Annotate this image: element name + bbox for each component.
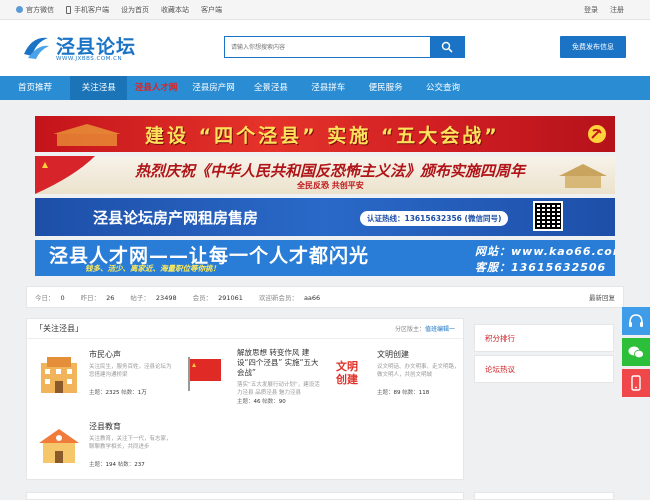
headset-icon [629, 314, 643, 327]
board-desc: 关注教育，关注下一代，有志家，聊聊教学相长，共同进步 [89, 436, 172, 450]
nav-services[interactable]: 便民服务 [357, 76, 414, 100]
qr-code-icon [533, 201, 563, 231]
stat-today: 今日： 0 [35, 294, 65, 302]
board-desc: 落实“五大发展行动计划”，建设活力泾县 品质泾县 魅力泾县 [237, 382, 320, 396]
wechat-icon [16, 6, 23, 13]
banner-subtext: 全民反恐 共创平安 [297, 181, 364, 190]
school-icon [39, 429, 79, 463]
board-name: 解放思想 转变作风 建设“四个泾县” 实施“五大会战” [237, 348, 319, 377]
stat-welcome: 欢迎新会员： aa66 [258, 294, 321, 302]
board-name: 文明创建 [377, 350, 409, 359]
board-name: 市民心声 [89, 350, 121, 359]
newest-replies-link[interactable]: 最新回复 [589, 292, 615, 302]
logo-subtitle: WWW.JXBBS.COM.CN [56, 56, 123, 62]
phone-icon [66, 5, 71, 14]
search-icon [441, 41, 453, 53]
banner-four-jingxian[interactable]: 建设 “四个泾县” 实施 “五大会战” [35, 116, 615, 152]
banner-site: 网站：www.kao66.com [475, 245, 615, 258]
set-homepage-link[interactable]: 设为首页 [121, 5, 149, 15]
logo-mark-icon [24, 37, 49, 59]
board-citizen-voice[interactable]: 市民心声 关注民生，服务百姓，泾县论坛为您搭建沟通桥梁 主题：2325 帖数：1… [35, 349, 175, 403]
login-link[interactable]: 登录 [584, 5, 598, 15]
board-counts: 主题：2325 帖数：1万 [89, 390, 147, 396]
board-civilization[interactable]: 文明创建 文明创建 议文明话、办文明事、走文明路，做文明人，共创文明城 主题：8… [323, 349, 463, 403]
nav-carpool[interactable]: 泾县拼车 [300, 76, 357, 100]
moderator-link[interactable]: 值班编辑一 [425, 326, 455, 333]
banner-text: 泾县论坛房产网租房售房 [93, 209, 259, 227]
board-counts: 主题：194 帖数：237 [89, 462, 145, 468]
banner-text: 热烈庆祝《中华人民共和国反恐怖主义法》颁布实施四周年 [135, 162, 526, 180]
main-nav: 首页推荐 关注泾县 泾县人才网 泾县房产网 全景泾县 泾县拼车 便民服务 公交查… [0, 76, 650, 100]
next-sidebar-card [474, 492, 614, 500]
stat-members: 会员： 291061 [192, 294, 243, 302]
board-counts: 主题：89 帖数：118 [377, 390, 430, 396]
wenming-icon: 文明创建 [336, 360, 358, 386]
wechat-button[interactable] [622, 338, 650, 366]
building-icon [41, 357, 77, 393]
search-button[interactable] [430, 37, 464, 57]
nav-realestate[interactable]: 泾县房产网 [185, 76, 242, 100]
forum-section-title[interactable]: 「关注泾县」 [35, 323, 83, 334]
board-counts: 主题：46 帖数：90 [237, 399, 286, 405]
header: 泾县论坛 WWW.JXBBS.COM.CN 免费发布信息 [0, 20, 650, 76]
newest-member-link[interactable]: aa66 [304, 294, 320, 302]
board-desc: 关注民生，服务百姓，泾县论坛为您搭建沟通桥梁 [89, 364, 172, 378]
moderator-info: 分区版主：值班编辑一 [394, 326, 455, 333]
stat-posts: 帖子： 23498 [130, 294, 177, 302]
free-post-button[interactable]: 免费发布信息 [560, 36, 626, 58]
board-four-jingxian[interactable]: 解放思想 转变作风 建设“四个泾县” 实施“五大会战” 落实“五大发展行动计划”… [183, 348, 323, 405]
stat-yesterday: 昨日： 26 [80, 294, 115, 302]
banner-text: 建设 “四个泾县” 实施 “五大会战” [145, 125, 500, 147]
nav-panorama[interactable]: 全景泾县 [242, 76, 299, 100]
forum-section: 「关注泾县」 分区版主：值班编辑一 市民心声 关注民生，服务百姓，泾县论坛为您搭… [26, 318, 464, 480]
logo-title: 泾县论坛 [56, 36, 137, 58]
sidebar-points-ranking[interactable]: 积分排行 [474, 324, 614, 352]
party-emblem-icon [588, 125, 606, 143]
bookmark-link[interactable]: 收藏本站 [161, 5, 189, 15]
banner-phone: 认证热线：13615632356 (微信同号) [360, 211, 509, 226]
board-desc: 议文明话、办文明事、走文明路，做文明人，共创文明城 [377, 364, 460, 378]
top-bar: 官方微信 手机客户端 设为首页 收藏本站 客户端 登录 注册 [0, 0, 650, 20]
phone-icon [631, 375, 641, 391]
banner-talent[interactable]: 泾县人才网——让每一个人才都闪光 钱多、活少、离家近、海量职位等你挑！ 网站：w… [35, 240, 615, 276]
nav-home[interactable]: 首页推荐 [0, 76, 70, 100]
site-logo[interactable]: 泾县论坛 WWW.JXBBS.COM.CN [22, 32, 142, 64]
flag-icon [188, 357, 221, 391]
wechat-icon [628, 346, 644, 359]
nav-follow-jingxian[interactable]: 关注泾县 [70, 76, 128, 100]
wechat-link[interactable]: 官方微信 [16, 5, 54, 15]
mobile-button[interactable] [622, 369, 650, 397]
forum-stats: 今日： 0 昨日： 26 帖子： 23498 会员： 291061 欢迎新会员： aa66… [26, 286, 624, 308]
register-link[interactable]: 注册 [610, 5, 624, 15]
banner-service-phone: 客服：13615632506 [475, 261, 607, 274]
banner-antiterror[interactable]: 热烈庆祝《中华人民共和国反恐怖主义法》颁布实施四周年 全民反恐 共创平安 [35, 156, 615, 194]
nav-talent[interactable]: 泾县人才网 [127, 76, 185, 100]
forum-section-header: 「关注泾县」 分区版主：值班编辑一 [27, 319, 463, 339]
tiananmen-icon [53, 124, 121, 146]
search-input[interactable] [225, 37, 430, 57]
temple-icon [559, 164, 607, 188]
board-education[interactable]: 泾县教育 关注教育，关注下一代，有志家，聊聊教学相长，共同进步 主题：194 帖… [35, 421, 175, 475]
client-link[interactable]: 客户端 [201, 5, 222, 15]
search-box [224, 36, 465, 58]
sidebar-hot-topics[interactable]: 论坛热议 [474, 355, 614, 383]
next-section-card [26, 492, 464, 500]
banner-subtext: 钱多、活少、离家近、海量职位等你挑！ [85, 264, 220, 273]
mobile-client-link[interactable]: 手机客户端 [66, 5, 109, 15]
board-name: 泾县教育 [89, 422, 121, 431]
banner-realestate[interactable]: 泾县论坛房产网租房售房 认证热线：13615632356 (微信同号) [35, 198, 615, 236]
flag-icon [35, 156, 95, 194]
customer-service-button[interactable] [622, 307, 650, 335]
nav-bus[interactable]: 公交查询 [414, 76, 471, 100]
